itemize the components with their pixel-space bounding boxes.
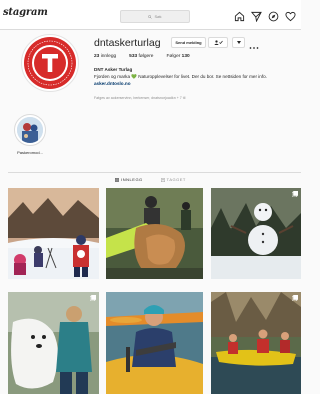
instagram-logo[interactable]: stagram bbox=[3, 7, 48, 18]
profile-full-name: DNT Asker Turlag bbox=[94, 67, 133, 72]
post-thumbnail[interactable] bbox=[211, 188, 301, 279]
multiple-images-icon bbox=[292, 191, 298, 197]
profile-bio: DNT Asker Turlag Fjorden og marka 💚 Natu… bbox=[94, 66, 301, 87]
multiple-images-icon bbox=[292, 295, 298, 301]
story-highlight[interactable]: Paskeromod... bbox=[14, 114, 46, 155]
profile-avatar[interactable] bbox=[21, 34, 79, 92]
post-thumbnail[interactable] bbox=[211, 292, 301, 394]
followed-by-text[interactable]: Følges av aokerservinn, berkenser, dnats… bbox=[94, 96, 185, 100]
bio-text: Fjorden og marka 💚 Naturopplevelser for … bbox=[94, 74, 267, 79]
tab-tagged[interactable]: TAGGET bbox=[160, 177, 186, 182]
post-thumbnail[interactable] bbox=[8, 292, 99, 394]
person-check-icon bbox=[214, 40, 223, 45]
grid-icon bbox=[115, 177, 120, 182]
followers-stat[interactable]: 533 følgere bbox=[129, 54, 153, 59]
profile-tabs: INNLEGG TAGGET bbox=[0, 177, 301, 182]
send-message-button[interactable]: Send melding bbox=[171, 37, 206, 48]
website-link[interactable]: asker.dntoslo.no bbox=[94, 80, 301, 87]
following-stat[interactable]: Følger 130 bbox=[166, 54, 189, 59]
post-thumbnail[interactable] bbox=[106, 188, 203, 279]
post-thumbnail[interactable] bbox=[8, 188, 99, 279]
chevron-down-icon bbox=[236, 41, 241, 44]
search-icon bbox=[148, 14, 153, 19]
posts-stat[interactable]: 23 innlegg bbox=[94, 54, 116, 59]
heart-icon[interactable] bbox=[285, 9, 296, 22]
profile-username: dntaskerturlag bbox=[94, 37, 161, 49]
suggestions-dropdown-button[interactable] bbox=[232, 37, 245, 48]
direct-message-icon[interactable] bbox=[250, 9, 262, 23]
highlight-cover-image bbox=[17, 117, 43, 143]
search-placeholder: Søk bbox=[154, 14, 162, 19]
top-icons bbox=[234, 9, 296, 23]
highlight-label: Paskeromod... bbox=[17, 150, 43, 155]
follow-status-button[interactable] bbox=[208, 37, 228, 48]
profile-stats: 23 innlegg 533 følgere Følger 130 bbox=[94, 54, 190, 59]
top-navigation-bar: stagram Søk bbox=[0, 0, 301, 30]
more-options-icon[interactable] bbox=[249, 38, 259, 56]
tab-divider bbox=[8, 172, 301, 173]
explore-icon[interactable] bbox=[268, 9, 279, 22]
post-thumbnail[interactable] bbox=[106, 292, 203, 394]
tagged-icon bbox=[160, 177, 165, 182]
home-icon[interactable] bbox=[234, 9, 245, 22]
search-input[interactable]: Søk bbox=[120, 10, 190, 23]
tab-posts[interactable]: INNLEGG bbox=[115, 177, 143, 182]
multiple-images-icon bbox=[90, 295, 96, 301]
